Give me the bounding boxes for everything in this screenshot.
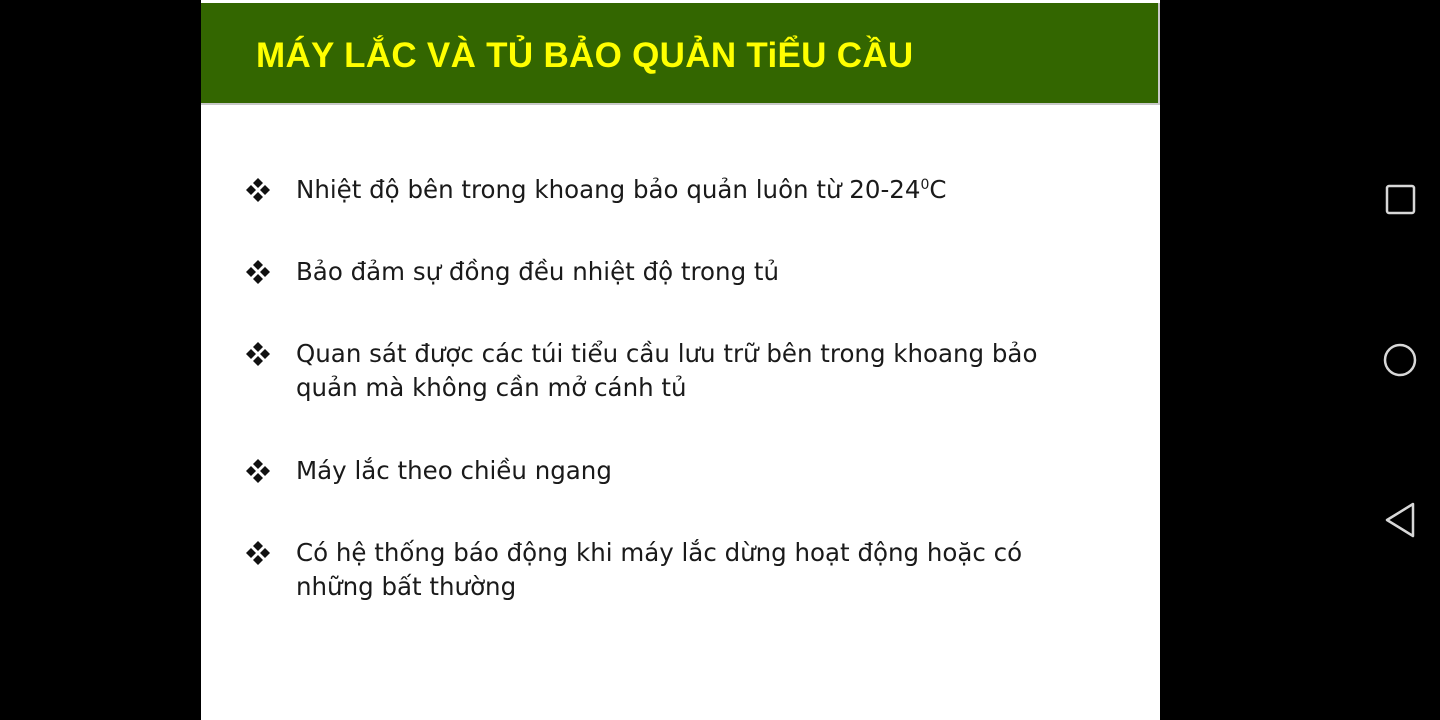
bullet-text: Bảo đảm sự đồng đều nhiệt độ trong tủ	[296, 257, 780, 286]
four-diamond-bullet-icon	[243, 538, 273, 568]
triangle-back-icon	[1385, 502, 1415, 538]
bullet-text: Quan sát được các túi tiểu cầu lưu trữ b…	[296, 339, 1038, 402]
bullet-list: Nhiệt độ bên trong khoang bảo quản luôn …	[201, 0, 1160, 720]
square-icon	[1385, 184, 1416, 215]
screen: MÁY LẮC VÀ TỦ BẢO QUẢN TiỂU CẦU Nhiệt độ…	[0, 0, 1440, 720]
four-diamond-bullet-icon	[243, 339, 273, 369]
recents-button[interactable]	[1370, 170, 1430, 230]
bullet-text: Máy lắc theo chiều ngang	[296, 456, 612, 485]
four-diamond-bullet-icon	[243, 175, 273, 205]
four-diamond-bullet-icon	[243, 456, 273, 486]
presentation-slide: MÁY LẮC VÀ TỦ BẢO QUẢN TiỂU CẦU Nhiệt độ…	[201, 0, 1160, 720]
bullet-text: Nhiệt độ bên trong khoang bảo quản luôn …	[296, 173, 1106, 207]
unit-text: C	[929, 175, 947, 204]
back-button[interactable]	[1370, 490, 1430, 550]
bullet-text: Có hệ thống báo động khi máy lắc dừng ho…	[296, 538, 1023, 601]
bullet-main-text: Nhiệt độ bên trong khoang bảo quản luôn …	[296, 175, 921, 204]
four-diamond-bullet-icon	[243, 257, 273, 287]
home-button[interactable]	[1370, 330, 1430, 390]
circle-icon	[1383, 343, 1417, 377]
